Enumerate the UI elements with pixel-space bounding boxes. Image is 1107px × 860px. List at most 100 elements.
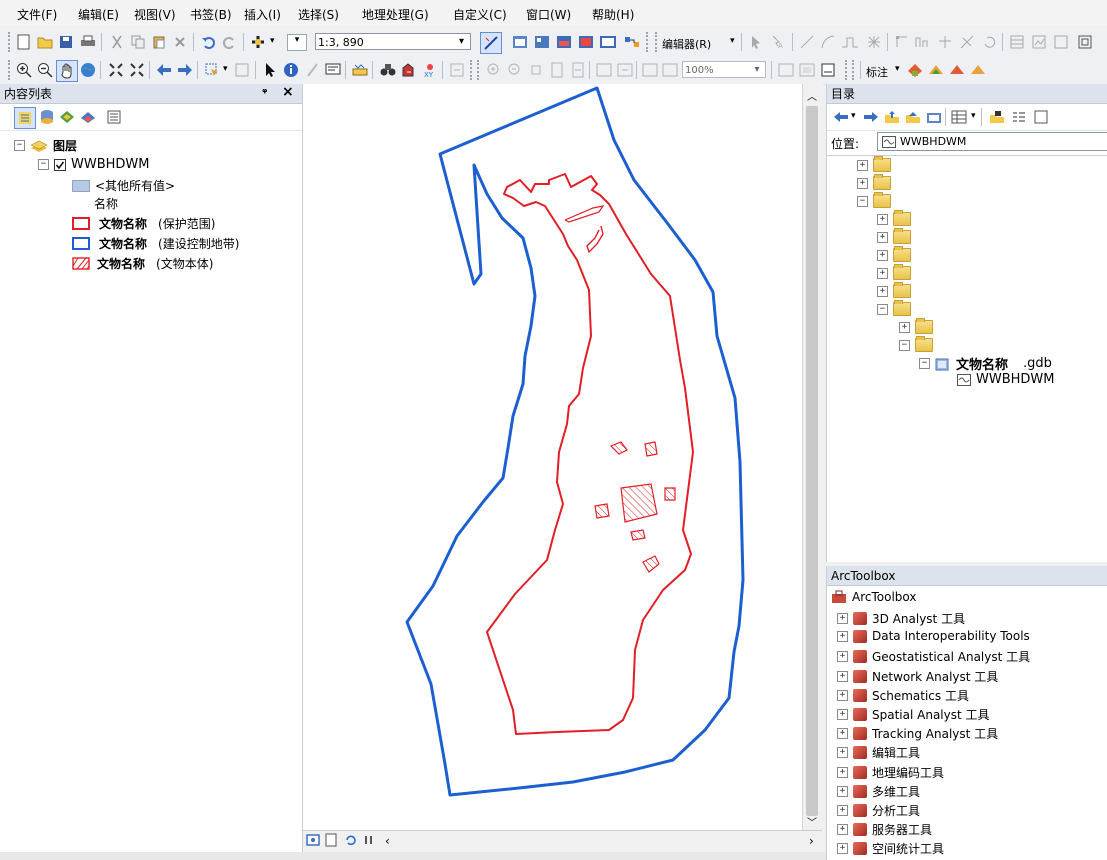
menu-view[interactable]: 视图(V) <box>134 6 176 23</box>
menu-file[interactable]: 文件(F) <box>17 6 57 23</box>
go-to-xy-icon[interactable]: XY <box>420 60 440 80</box>
toolbox-item[interactable]: + Schematics 工具 <box>837 687 969 704</box>
sketch-properties-icon[interactable] <box>1029 32 1049 52</box>
layout-back-icon[interactable] <box>640 60 660 80</box>
go-forward-icon[interactable] <box>175 60 195 80</box>
catalog-window-icon[interactable] <box>510 32 530 52</box>
clear-selection-icon[interactable] <box>232 60 252 80</box>
layers-group-row[interactable]: − 图层 <box>14 137 77 154</box>
editor-dropdown-icon[interactable]: ▾ <box>730 36 735 46</box>
menu-help[interactable]: 帮助(H) <box>592 6 634 23</box>
undo-icon[interactable] <box>198 32 218 52</box>
label-weight-icon[interactable] <box>947 60 967 80</box>
toolbar-grip[interactable] <box>477 60 482 80</box>
open-folder-icon[interactable] <box>35 32 55 52</box>
edit-tool-icon[interactable] <box>746 32 766 52</box>
toolbox-item[interactable]: + 空间统计工具 <box>837 840 944 857</box>
scroll-down-icon[interactable]: ﹀ <box>807 814 817 829</box>
find-icon[interactable] <box>378 60 398 80</box>
html-popup-icon[interactable] <box>323 60 343 80</box>
scroll-left-icon[interactable]: ‹ <box>385 834 390 848</box>
catalog-tree-item[interactable]: + <box>899 318 933 334</box>
edit-vertices-icon[interactable] <box>892 32 912 52</box>
model-builder-icon[interactable] <box>622 32 642 52</box>
change-layout-icon[interactable] <box>818 60 838 80</box>
expand-icon[interactable]: + <box>837 613 848 624</box>
data-view-icon[interactable] <box>305 832 321 848</box>
options-icon[interactable] <box>104 107 124 127</box>
cut-icon[interactable] <box>107 32 127 52</box>
location-input[interactable]: WWBHDWM <box>877 132 1107 151</box>
collapse-icon[interactable]: − <box>899 339 910 351</box>
select-features-icon[interactable] <box>202 60 222 80</box>
relic-body-polygon[interactable] <box>609 441 628 455</box>
map-view[interactable] <box>303 84 802 830</box>
layout-zoom-dropdown-icon[interactable]: ▾ <box>749 62 765 77</box>
menu-window[interactable]: 窗口(W) <box>526 6 571 23</box>
catalog-tree-item[interactable]: + <box>877 246 911 262</box>
expand-icon[interactable]: + <box>857 177 868 189</box>
zoom-in-icon[interactable] <box>14 60 34 80</box>
expand-icon[interactable]: + <box>837 670 848 682</box>
toolbox-item[interactable]: + 服务器工具 <box>837 821 932 838</box>
lock-labels-icon[interactable] <box>968 60 988 80</box>
list-by-source-icon[interactable] <box>37 107 57 127</box>
pan-icon[interactable] <box>56 60 78 82</box>
hyperlink-icon[interactable] <box>302 60 322 80</box>
point-icon[interactable] <box>864 32 884 52</box>
labeling-dropdown-icon[interactable]: ▾ <box>895 64 900 74</box>
select-dropdown-icon[interactable]: ▾ <box>223 64 228 74</box>
trace-icon[interactable] <box>840 32 860 52</box>
relic-body-polygon[interactable] <box>594 503 610 519</box>
time-slider-icon[interactable] <box>447 60 467 80</box>
menu-customize[interactable]: 自定义(C) <box>453 6 507 23</box>
layer-row[interactable]: − WWBHDWM <box>38 157 149 172</box>
labeling-menu[interactable]: 标注 <box>866 64 888 80</box>
up-one-level-icon[interactable] <box>882 107 902 127</box>
find-route-icon[interactable] <box>399 60 419 80</box>
toolbox-item[interactable]: + 分析工具 <box>837 802 920 819</box>
legend-item-row[interactable]: 文物名称 (建设控制地带) <box>72 235 239 252</box>
legend-item-row[interactable]: 文物名称 (文物本体) <box>72 255 213 272</box>
fixed-zoom-in-layout-icon[interactable] <box>594 60 614 80</box>
add-data-icon[interactable] <box>248 32 268 52</box>
feature-class-row[interactable]: WWBHDWM <box>957 372 1055 387</box>
zoom-out-icon[interactable] <box>35 60 55 80</box>
toolbox-item[interactable]: + Geostatistical Analyst 工具 <box>837 648 1030 665</box>
collapse-icon[interactable]: − <box>877 303 888 315</box>
toolbox-item[interactable]: + 地理编码工具 <box>837 764 944 781</box>
list-by-visibility-icon[interactable] <box>57 107 77 127</box>
menu-insert[interactable]: 插入(I) <box>244 6 281 23</box>
relic-feature[interactable] <box>564 205 605 223</box>
menu-geoprocessing[interactable]: 地理处理(G) <box>362 6 429 23</box>
relic-body-polygon[interactable] <box>642 555 660 573</box>
split-icon[interactable] <box>957 32 977 52</box>
expand-icon[interactable]: + <box>857 159 868 171</box>
relic-body-polygon[interactable] <box>630 529 646 541</box>
full-extent-icon[interactable] <box>78 60 98 80</box>
measure-icon[interactable] <box>350 60 370 80</box>
layout-forward-icon[interactable] <box>660 60 680 80</box>
arctoolbox-root[interactable]: ArcToolbox <box>831 590 916 604</box>
save-icon[interactable] <box>56 32 76 52</box>
catalog-more-icon[interactable] <box>1031 107 1051 127</box>
go-back-icon[interactable] <box>154 60 174 80</box>
back-dropdown-icon[interactable]: ▾ <box>851 111 856 121</box>
toolbox-item[interactable]: + Data Interoperability Tools <box>837 629 1030 643</box>
catalog-tree-item[interactable]: − <box>857 192 891 208</box>
toggle-draft-icon[interactable] <box>776 60 796 80</box>
pause-drawing-icon[interactable] <box>361 832 377 848</box>
checkbox-checked-icon[interactable] <box>54 158 66 171</box>
catalog-tree-item[interactable]: + <box>877 228 911 244</box>
expand-icon[interactable]: + <box>837 630 848 642</box>
expand-icon[interactable]: + <box>837 843 848 855</box>
toolbox-window-icon[interactable] <box>576 32 596 52</box>
redo-icon[interactable] <box>220 32 240 52</box>
toolbar-overflow-icon[interactable] <box>1075 32 1095 52</box>
expand-icon[interactable]: + <box>877 267 888 279</box>
rotate-icon[interactable] <box>979 32 999 52</box>
legend-other-row[interactable]: <其他所有值> <box>72 177 175 194</box>
expand-icon[interactable]: + <box>877 249 888 261</box>
toolbox-item[interactable]: +3D Analyst 工具 <box>837 610 965 627</box>
editor-toolbar-icon[interactable] <box>480 32 502 54</box>
